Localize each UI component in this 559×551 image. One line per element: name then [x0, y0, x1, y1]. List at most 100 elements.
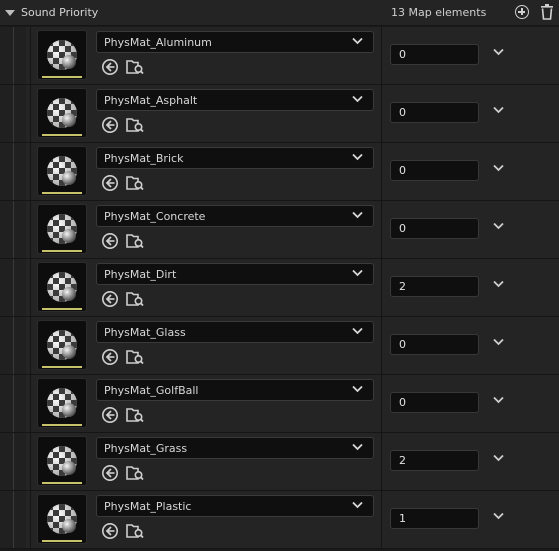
priority-value-field[interactable]: 2	[390, 450, 479, 471]
priority-value-field[interactable]: 1	[390, 508, 479, 529]
row-gutter	[0, 27, 26, 84]
row-gutter	[0, 433, 26, 490]
use-selected-arrow-icon	[102, 117, 118, 133]
column-divider	[381, 85, 382, 142]
material-combo-box[interactable]: PhysMat_GolfBall	[96, 379, 374, 401]
physical-material-icon	[47, 388, 77, 418]
row-indent-divider	[30, 27, 31, 84]
chevron-down-icon[interactable]	[352, 269, 363, 277]
row-options-chevron-icon[interactable]	[493, 164, 504, 172]
priority-value: 0	[399, 396, 406, 409]
browse-asset-button[interactable]	[126, 116, 144, 134]
row-options-chevron-icon[interactable]	[493, 280, 504, 288]
row-gutter	[0, 259, 26, 316]
use-selected-arrow-icon	[102, 349, 118, 365]
collapse-triangle-icon[interactable]	[5, 10, 15, 16]
map-element-row: PhysMat_Dirt 2	[0, 259, 559, 317]
browse-folder-icon	[126, 408, 144, 423]
material-name: PhysMat_Concrete	[104, 210, 206, 223]
material-thumbnail[interactable]	[37, 494, 87, 544]
row-options-chevron-icon[interactable]	[493, 454, 504, 462]
physical-material-icon	[47, 330, 77, 360]
add-element-icon[interactable]	[515, 5, 529, 19]
use-selected-button[interactable]	[101, 290, 119, 308]
priority-value: 2	[399, 280, 406, 293]
use-selected-button[interactable]	[101, 464, 119, 482]
material-combo-box[interactable]: PhysMat_Concrete	[96, 205, 374, 227]
use-selected-button[interactable]	[101, 174, 119, 192]
priority-value-field[interactable]: 0	[390, 218, 479, 239]
browse-asset-button[interactable]	[126, 522, 144, 540]
row-options-chevron-icon[interactable]	[493, 338, 504, 346]
material-combo-box[interactable]: PhysMat_Grass	[96, 437, 374, 459]
browse-folder-icon	[126, 524, 144, 539]
column-divider	[381, 143, 382, 200]
priority-value-field[interactable]: 2	[390, 276, 479, 297]
browse-asset-button[interactable]	[126, 348, 144, 366]
use-selected-button[interactable]	[101, 348, 119, 366]
browse-asset-button[interactable]	[126, 174, 144, 192]
material-name: PhysMat_Grass	[104, 442, 188, 455]
priority-value-field[interactable]: 0	[390, 102, 479, 123]
row-options-chevron-icon[interactable]	[493, 48, 504, 56]
material-thumbnail[interactable]	[37, 262, 87, 312]
row-indent-divider	[30, 433, 31, 490]
priority-value-field[interactable]: 0	[390, 392, 479, 413]
material-combo-box[interactable]: PhysMat_Brick	[96, 147, 374, 169]
material-combo-box[interactable]: PhysMat_Aluminum	[96, 31, 374, 53]
use-selected-button[interactable]	[101, 406, 119, 424]
use-selected-arrow-icon	[102, 291, 118, 307]
chevron-down-icon[interactable]	[352, 385, 363, 393]
priority-value-field[interactable]: 0	[390, 160, 479, 181]
chevron-down-icon[interactable]	[352, 211, 363, 219]
map-element-count: 13 Map elements	[391, 6, 487, 19]
material-thumbnail[interactable]	[37, 378, 87, 428]
material-thumbnail[interactable]	[37, 88, 87, 138]
browse-asset-button[interactable]	[126, 290, 144, 308]
column-divider	[381, 433, 382, 490]
browse-asset-button[interactable]	[126, 232, 144, 250]
material-thumbnail[interactable]	[37, 204, 87, 254]
row-gutter	[0, 143, 26, 200]
use-selected-button[interactable]	[101, 232, 119, 250]
physical-material-icon	[47, 214, 77, 244]
row-gutter	[0, 375, 26, 432]
material-thumbnail[interactable]	[37, 320, 87, 370]
priority-value-field[interactable]: 0	[390, 44, 479, 65]
use-selected-button[interactable]	[101, 58, 119, 76]
map-element-row: PhysMat_Concrete 0	[0, 201, 559, 259]
map-property-header: Sound Priority 13 Map elements	[0, 0, 559, 26]
material-thumbnail[interactable]	[37, 30, 87, 80]
browse-folder-icon	[126, 292, 144, 307]
material-name: PhysMat_Brick	[104, 152, 184, 165]
material-combo-box[interactable]: PhysMat_Asphalt	[96, 89, 374, 111]
chevron-down-icon[interactable]	[352, 153, 363, 161]
browse-folder-icon	[126, 118, 144, 133]
material-combo-box[interactable]: PhysMat_Dirt	[96, 263, 374, 285]
chevron-down-icon[interactable]	[352, 501, 363, 509]
browse-asset-button[interactable]	[126, 406, 144, 424]
chevron-down-icon[interactable]	[352, 95, 363, 103]
browse-asset-button[interactable]	[126, 58, 144, 76]
chevron-down-icon[interactable]	[352, 37, 363, 45]
material-thumbnail[interactable]	[37, 436, 87, 486]
row-options-chevron-icon[interactable]	[493, 512, 504, 520]
delete-all-icon[interactable]	[540, 4, 554, 20]
row-options-chevron-icon[interactable]	[493, 396, 504, 404]
use-selected-button[interactable]	[101, 116, 119, 134]
chevron-down-icon[interactable]	[352, 443, 363, 451]
physical-material-icon	[47, 40, 77, 70]
row-options-chevron-icon[interactable]	[493, 222, 504, 230]
priority-value-field[interactable]: 0	[390, 334, 479, 355]
use-selected-button[interactable]	[101, 522, 119, 540]
row-options-chevron-icon[interactable]	[493, 106, 504, 114]
row-gutter	[0, 85, 26, 142]
priority-value: 0	[399, 164, 406, 177]
material-thumbnail[interactable]	[37, 146, 87, 196]
row-indent-divider	[30, 317, 31, 374]
material-combo-box[interactable]: PhysMat_Glass	[96, 321, 374, 343]
browse-asset-button[interactable]	[126, 464, 144, 482]
material-combo-box[interactable]: PhysMat_Plastic	[96, 495, 374, 517]
priority-value: 0	[399, 338, 406, 351]
chevron-down-icon[interactable]	[352, 327, 363, 335]
